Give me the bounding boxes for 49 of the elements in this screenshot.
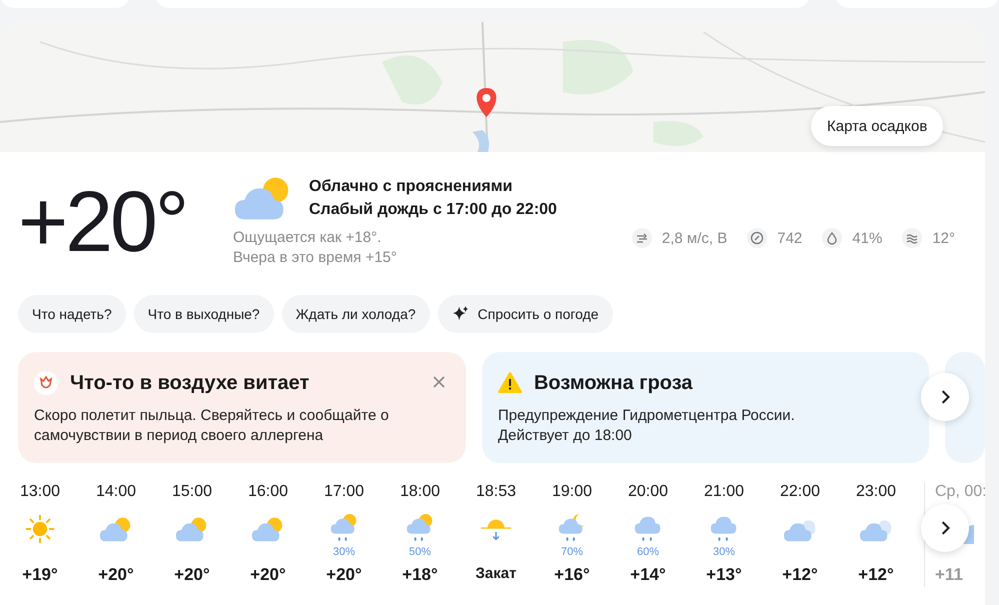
hour-temperature: +12°: [782, 565, 818, 586]
hour-temperature: +14°: [630, 565, 666, 586]
hour-time: 21:00: [704, 483, 744, 502]
precipitation-map-button[interactable]: Карта осадков: [811, 106, 944, 146]
alert-text: Предупреждение Гидрометцентра России. Действует до 18:00: [498, 406, 796, 446]
hour-time: 19:00: [552, 483, 592, 502]
hour-time: 17:00: [324, 483, 364, 502]
hour-time: 16:00: [248, 483, 288, 502]
suggestion-chip[interactable]: Что надеть?: [18, 295, 126, 333]
precipitation-chance: 30%: [712, 546, 736, 558]
alert-title: Что-то в воздухе витает: [70, 372, 310, 394]
hour-time: 18:53: [476, 483, 516, 502]
hour-time: 18:00: [400, 483, 440, 502]
hour-time: 14:00: [96, 483, 136, 502]
hour-time: 23:00: [856, 483, 896, 502]
alert-text: Скоро полетит пыльца. Сверяйтесь и сообщайте о самочувствии в период своего аллергена: [34, 406, 390, 446]
forecast-text: Слабый дождь с 17:00 до 22:00: [309, 200, 557, 220]
hour-temperature: +16°: [554, 565, 590, 586]
alert-title: Возможна гроза: [534, 372, 694, 394]
precipitation-chance: 50%: [408, 546, 432, 558]
hour-temperature: +20°: [98, 565, 134, 586]
suggestion-chip[interactable]: Спросить о погоде: [438, 295, 613, 333]
hour-time: 15:00: [172, 483, 212, 502]
temperature: +20°: [18, 174, 188, 272]
precipitation-chance: 70%: [560, 546, 584, 558]
condition-text: Облачно с прояснениями: [309, 177, 514, 197]
hour-temperature: +19°: [22, 565, 58, 586]
hour-time: Ср, 00:: [935, 483, 985, 502]
hour-time: 22:00: [780, 483, 820, 502]
hour-time: 20:00: [628, 483, 668, 502]
feels-like-text: Ощущается как +18°.: [233, 228, 382, 248]
suggestion-chip[interactable]: Ждать ли холода?: [282, 295, 430, 333]
detail-value: 742: [777, 230, 802, 246]
suggestion-chip[interactable]: Что в выходные?: [134, 295, 274, 333]
hour-temperature: +20°: [326, 565, 362, 586]
detail-value: 41%: [852, 230, 882, 246]
hour-temperature: +20°: [250, 565, 286, 586]
precipitation-chance: 30%: [332, 546, 356, 558]
detail-value: 2,8 м/с, В: [662, 230, 728, 246]
detail-value: 12°: [932, 230, 955, 246]
hour-temperature: Закат: [476, 565, 516, 584]
hour-temperature: +13°: [706, 565, 742, 586]
hour-temperature: +18°: [402, 565, 438, 586]
precipitation-chance: 60%: [636, 546, 660, 558]
hour-time: 13:00: [20, 483, 60, 502]
hour-temperature: +20°: [174, 565, 210, 586]
hour-temperature: +11: [935, 565, 963, 586]
yesterday-text: Вчера в это время +15°: [233, 248, 397, 268]
hour-temperature: +12°: [858, 565, 894, 586]
